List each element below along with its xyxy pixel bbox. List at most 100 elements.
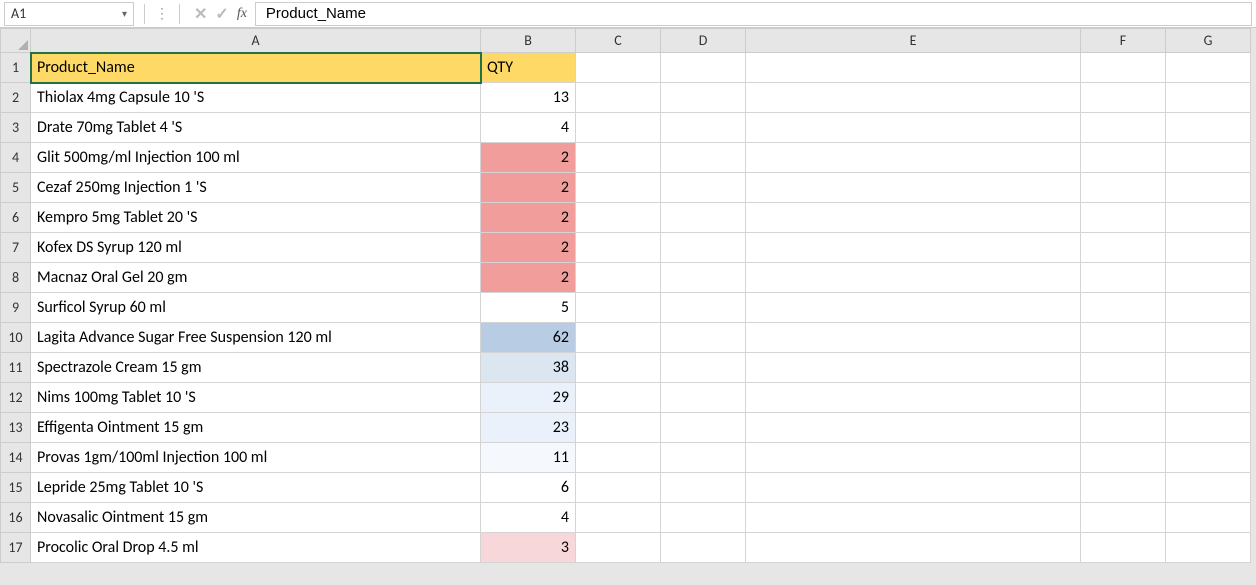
cell-empty[interactable] (576, 83, 661, 113)
row-header[interactable]: 8 (1, 263, 31, 293)
col-header-E[interactable]: E (746, 29, 1081, 53)
cell-empty[interactable] (576, 263, 661, 293)
row-header[interactable]: 13 (1, 413, 31, 443)
cell-qty[interactable]: 2 (481, 263, 576, 293)
cell-product-name[interactable]: Nims 100mg Tablet 10 'S (31, 383, 481, 413)
row-header[interactable]: 6 (1, 203, 31, 233)
cell-empty[interactable] (1166, 503, 1251, 533)
cell-empty[interactable] (576, 143, 661, 173)
cell-empty[interactable] (661, 263, 746, 293)
cell-empty[interactable] (576, 203, 661, 233)
cell-product-name[interactable]: Procolic Oral Drop 4.5 ml (31, 533, 481, 563)
cell-product-name[interactable]: Novasalic Ointment 15 gm (31, 503, 481, 533)
row-header[interactable]: 7 (1, 233, 31, 263)
cell-empty[interactable] (1166, 413, 1251, 443)
cell-empty[interactable] (1081, 203, 1166, 233)
cell-empty[interactable] (1166, 203, 1251, 233)
row-header[interactable]: 10 (1, 323, 31, 353)
row-header[interactable]: 12 (1, 383, 31, 413)
cell-empty[interactable] (661, 323, 746, 353)
cell-qty[interactable]: 38 (481, 353, 576, 383)
cell-empty[interactable] (661, 383, 746, 413)
cell-qty[interactable]: 2 (481, 233, 576, 263)
row-header[interactable]: 2 (1, 83, 31, 113)
cell-empty[interactable] (1081, 233, 1166, 263)
cell-empty[interactable] (1081, 143, 1166, 173)
cell-empty[interactable] (1166, 293, 1251, 323)
cell-empty[interactable] (576, 293, 661, 323)
cell-qty[interactable]: 29 (481, 383, 576, 413)
cell-empty[interactable] (746, 143, 1081, 173)
name-box[interactable]: A1 ▾ (4, 2, 134, 26)
row-header[interactable]: 16 (1, 503, 31, 533)
header-cell-product-name[interactable]: Product_Name (31, 53, 481, 83)
cell-empty[interactable] (661, 353, 746, 383)
cell-product-name[interactable]: Lepride 25mg Tablet 10 'S (31, 473, 481, 503)
cell-empty[interactable] (661, 233, 746, 263)
cell-empty[interactable] (746, 113, 1081, 143)
cell-empty[interactable] (746, 383, 1081, 413)
cell-empty[interactable] (661, 533, 746, 563)
cell-empty[interactable] (746, 473, 1081, 503)
cell-empty[interactable] (746, 233, 1081, 263)
cell-empty[interactable] (576, 113, 661, 143)
row-header[interactable]: 1 (1, 53, 31, 83)
cell-empty[interactable] (1081, 383, 1166, 413)
cell-empty[interactable] (746, 173, 1081, 203)
cell-product-name[interactable]: Glit 500mg/ml Injection 100 ml (31, 143, 481, 173)
cell-product-name[interactable]: Surficol Syrup 60 ml (31, 293, 481, 323)
cell-empty[interactable] (746, 413, 1081, 443)
cell-empty[interactable] (661, 473, 746, 503)
cell-empty[interactable] (1166, 353, 1251, 383)
cell-empty[interactable] (1166, 323, 1251, 353)
cell-empty[interactable] (576, 503, 661, 533)
cell-qty[interactable]: 5 (481, 293, 576, 323)
row-header[interactable]: 17 (1, 533, 31, 563)
cell-empty[interactable] (1081, 83, 1166, 113)
cell-empty[interactable] (1166, 113, 1251, 143)
cell-empty[interactable] (1166, 143, 1251, 173)
cell-product-name[interactable]: Provas 1gm/100ml Injection 100 ml (31, 443, 481, 473)
cell-empty[interactable] (1166, 263, 1251, 293)
row-header[interactable]: 11 (1, 353, 31, 383)
cell-empty[interactable] (661, 203, 746, 233)
cell-empty[interactable] (746, 53, 1081, 83)
cell-empty[interactable] (1081, 113, 1166, 143)
cell-qty[interactable]: 23 (481, 413, 576, 443)
cell-empty[interactable] (1081, 263, 1166, 293)
cell-qty[interactable]: 2 (481, 173, 576, 203)
cell-empty[interactable] (661, 53, 746, 83)
cell-empty[interactable] (1166, 233, 1251, 263)
cell-empty[interactable] (576, 53, 661, 83)
cell-product-name[interactable]: Macnaz Oral Gel 20 gm (31, 263, 481, 293)
cell-empty[interactable] (576, 173, 661, 203)
cell-empty[interactable] (746, 353, 1081, 383)
cell-qty[interactable]: 62 (481, 323, 576, 353)
header-cell-qty[interactable]: QTY (481, 53, 576, 83)
cell-empty[interactable] (661, 113, 746, 143)
cell-empty[interactable] (1081, 413, 1166, 443)
cell-empty[interactable] (1081, 323, 1166, 353)
cell-empty[interactable] (746, 83, 1081, 113)
select-all-corner[interactable] (1, 29, 31, 53)
cell-empty[interactable] (746, 503, 1081, 533)
col-header-D[interactable]: D (661, 29, 746, 53)
row-header[interactable]: 5 (1, 173, 31, 203)
cell-product-name[interactable]: Drate 70mg Tablet 4 'S (31, 113, 481, 143)
cell-product-name[interactable]: Kofex DS Syrup 120 ml (31, 233, 481, 263)
cell-empty[interactable] (576, 443, 661, 473)
row-header[interactable]: 3 (1, 113, 31, 143)
cell-empty[interactable] (1166, 443, 1251, 473)
cell-empty[interactable] (576, 323, 661, 353)
col-header-G[interactable]: G (1166, 29, 1251, 53)
cell-qty[interactable]: 3 (481, 533, 576, 563)
cell-empty[interactable] (1166, 83, 1251, 113)
cell-qty[interactable]: 2 (481, 203, 576, 233)
cell-qty[interactable]: 2 (481, 143, 576, 173)
dots-icon[interactable]: ⋮ (151, 5, 173, 22)
cell-empty[interactable] (746, 443, 1081, 473)
cell-empty[interactable] (746, 533, 1081, 563)
cell-product-name[interactable]: Kempro 5mg Tablet 20 'S (31, 203, 481, 233)
fx-label[interactable]: fx (237, 6, 247, 22)
cell-empty[interactable] (1166, 533, 1251, 563)
